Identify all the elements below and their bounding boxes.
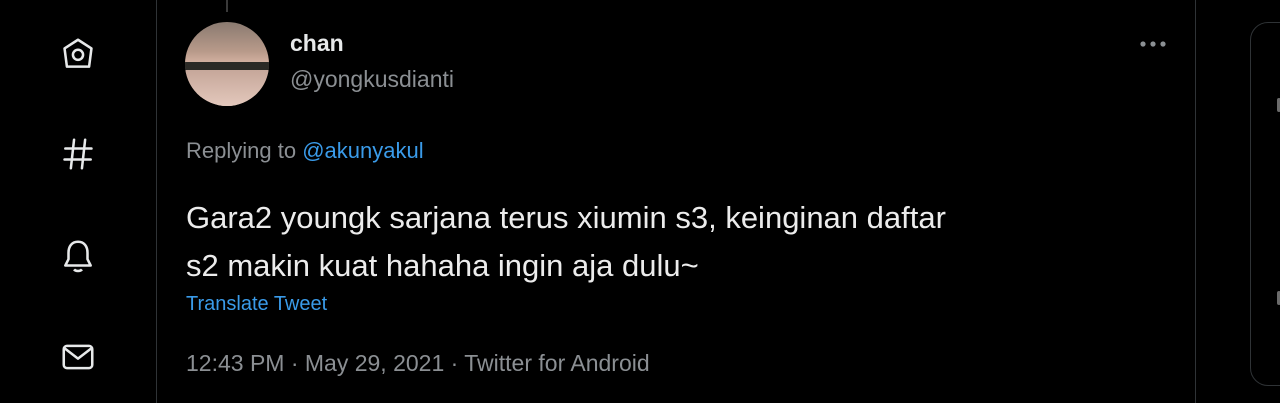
tweet-text-line: Gara2 youngk sarjana terus xiumin s3, ke… — [186, 200, 946, 235]
tweet-text-line: s2 makin kuat hahaha ingin aja dulu~ — [186, 248, 699, 283]
tweet-card: chan @yongkusdianti Replying to @akunyak… — [156, 0, 1196, 403]
user-handle[interactable]: @yongkusdianti — [290, 66, 454, 93]
translate-tweet-link[interactable]: Translate Tweet — [186, 293, 327, 316]
more-options-button[interactable] — [1135, 30, 1171, 58]
more-dots-icon — [1140, 41, 1166, 47]
messages-envelope-icon — [62, 344, 94, 370]
thread-connector-line — [226, 0, 228, 12]
replying-to-line: Replying to @akunyakul — [186, 138, 424, 164]
replying-mention-link[interactable]: @akunyakul — [302, 138, 423, 163]
tweet-text: Gara2 youngk sarjana terus xiumin s3, ke… — [186, 194, 1166, 290]
tweet-timestamp[interactable]: 12:43 PM · May 29, 2021 · Twitter for An… — [186, 350, 650, 377]
right-panel-edge — [1250, 22, 1280, 386]
nav-notifications[interactable] — [54, 232, 102, 280]
left-nav-rail — [0, 0, 156, 403]
avatar-horizon — [185, 62, 269, 70]
notifications-bell-icon — [64, 240, 92, 273]
nav-explore[interactable] — [54, 130, 102, 178]
explore-hashtag-icon — [63, 138, 93, 170]
avatar-water — [185, 70, 269, 106]
nav-messages[interactable] — [54, 333, 102, 381]
replying-prefix: Replying to — [186, 138, 297, 163]
avatar[interactable] — [185, 22, 269, 106]
display-name[interactable]: chan — [290, 30, 344, 57]
home-icon — [63, 38, 93, 68]
nav-home[interactable] — [54, 30, 102, 78]
tweet-detail-page: chan @yongkusdianti Replying to @akunyak… — [0, 0, 1280, 403]
